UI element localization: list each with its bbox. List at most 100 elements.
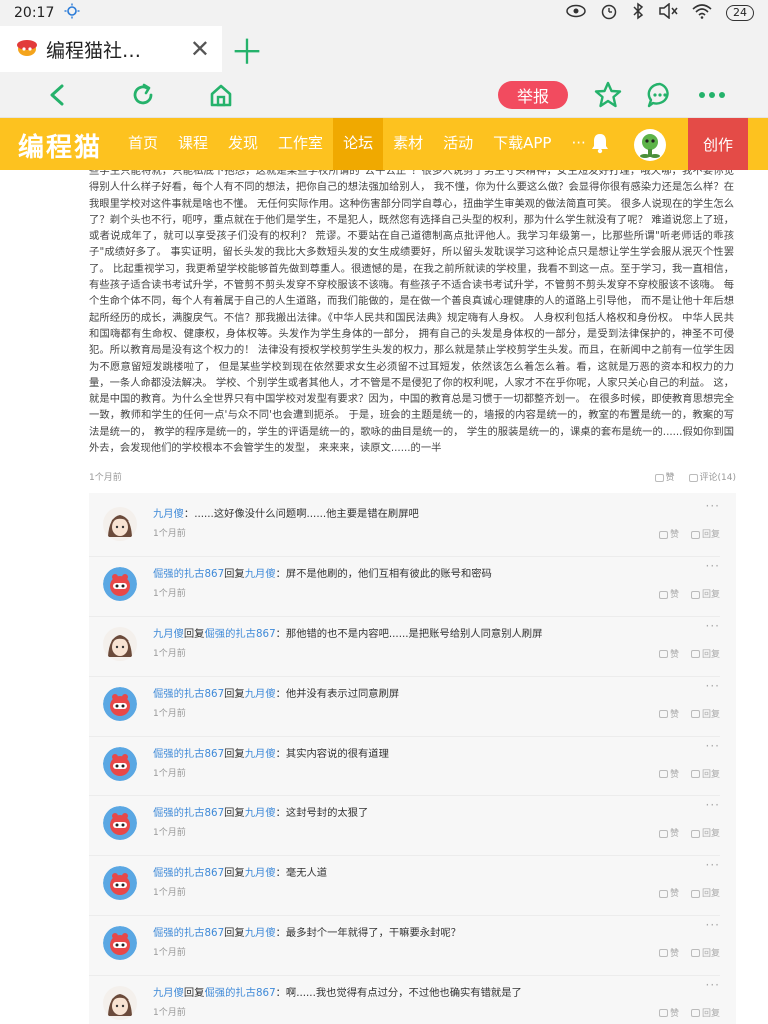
reply-reply-button[interactable]: 回复 — [690, 767, 720, 780]
reply-reply-button[interactable]: 回复 — [690, 946, 720, 959]
site-logo[interactable]: 编程猫 — [18, 127, 102, 164]
reply-like-label: 赞 — [669, 649, 679, 660]
menu-item-events[interactable]: 活动 — [433, 118, 483, 170]
reply-like-button[interactable]: 赞 — [658, 826, 679, 839]
clock: 20:17 — [14, 5, 55, 21]
reply-avatar[interactable] — [103, 866, 137, 901]
reply-like-button[interactable]: 赞 — [658, 946, 679, 959]
reply-target-link[interactable]: 九月傻 — [245, 867, 276, 879]
reply-avatar[interactable] — [103, 626, 137, 661]
reply-text: 啊......我也觉得有点过分，不过他也确实有错就是了 — [285, 986, 522, 999]
star-icon[interactable] — [593, 80, 623, 110]
reply-actions: 赞 回复 — [658, 886, 720, 900]
mute-icon — [658, 2, 678, 23]
reply-target-link[interactable]: 九月傻 — [245, 688, 276, 700]
reply-like-button[interactable]: 赞 — [658, 527, 679, 540]
reply-text: ......这好像没什么问题啊......他主要是错在刷屏吧 — [194, 508, 419, 521]
reply-like-button[interactable]: 赞 — [658, 647, 679, 660]
report-button[interactable]: 举报 — [498, 81, 568, 109]
reply-reply-button[interactable]: 回复 — [690, 826, 720, 840]
post-like-button[interactable]: 赞 — [654, 470, 675, 483]
comment-icon[interactable] — [645, 80, 675, 110]
user-avatar[interactable] — [634, 129, 666, 161]
reply-time: 1个月前 — [153, 947, 186, 958]
reply-reply-label: 回复 — [701, 889, 720, 900]
reply-more-icon[interactable]: ··· — [706, 858, 720, 872]
reply-target-link[interactable]: 倔强的扎古867 — [204, 987, 275, 999]
reply-more-icon[interactable]: ··· — [706, 798, 720, 812]
reply-target-link[interactable]: 倔强的扎古867 — [204, 628, 275, 640]
reply-more-icon[interactable]: ··· — [706, 559, 720, 573]
menu-item-courses[interactable]: 课程 — [168, 118, 218, 170]
reply-avatar[interactable] — [103, 806, 137, 841]
reply-like-button[interactable]: 赞 — [658, 1006, 679, 1019]
reply-author-link[interactable]: 倔强的扎古867 — [153, 927, 224, 939]
reply-reply-button[interactable]: 回复 — [690, 527, 720, 540]
comment-small-icon — [690, 949, 700, 958]
back-icon[interactable] — [42, 80, 72, 110]
create-button[interactable]: 创作 — [688, 118, 748, 170]
reply-avatar[interactable] — [103, 507, 137, 542]
reply-author-link[interactable]: 九月傻 — [153, 987, 184, 999]
brightness-icon — [64, 3, 80, 23]
new-tab-button[interactable]: ＋ — [222, 26, 272, 73]
reply-avatar[interactable] — [103, 925, 137, 960]
menu-item-forum[interactable]: 论坛 — [333, 118, 384, 170]
reply-author-link[interactable]: 倔强的扎古867 — [153, 807, 224, 819]
reply-like-button[interactable]: 赞 — [658, 886, 679, 899]
reply-reply-button[interactable]: 回复 — [690, 647, 720, 660]
reply-more-icon[interactable]: ··· — [706, 499, 720, 513]
reply-avatar[interactable] — [103, 985, 137, 1020]
menu-item-download-app[interactable]: 下载APP — [483, 118, 561, 170]
menu-item-studio[interactable]: 工作室 — [268, 118, 333, 170]
reply-like-button[interactable]: 赞 — [658, 707, 679, 720]
reply-like-button[interactable]: 赞 — [658, 767, 679, 780]
reply-avatar[interactable] — [103, 567, 137, 602]
reply-author-link[interactable]: 九月傻 — [153, 508, 184, 520]
reply-more-icon[interactable]: ··· — [706, 679, 720, 693]
reply-avatar[interactable] — [103, 746, 137, 781]
menu-item-home[interactable]: 首页 — [118, 118, 168, 170]
more-options-icon[interactable] — [697, 80, 727, 110]
reply-colon: ： — [275, 747, 286, 760]
close-tab-icon[interactable]: ✕ — [190, 35, 210, 63]
reply-more-icon[interactable]: ··· — [706, 619, 720, 633]
browser-tab[interactable]: 编程猫社… ✕ — [0, 26, 222, 72]
reply-like-button[interactable]: 赞 — [658, 587, 679, 600]
site-header: 编程猫 首页 课程 发现 工作室 论坛 素材 活动 下载APP ··· 创作 — [0, 118, 768, 170]
refresh-icon[interactable] — [128, 80, 158, 110]
reply-colon: ： — [275, 568, 286, 581]
reply-target-link[interactable]: 九月傻 — [245, 927, 276, 939]
reply-target-link[interactable]: 九月傻 — [245, 807, 276, 819]
reply-author-link[interactable]: 倔强的扎古867 — [153, 688, 224, 700]
reply-more-icon[interactable]: ··· — [706, 978, 720, 992]
reply-reply-button[interactable]: 回复 — [690, 886, 720, 900]
notification-bell-icon[interactable] — [590, 132, 610, 158]
reply-reply-button[interactable]: 回复 — [690, 707, 720, 720]
reply-actions: 赞 回复 — [658, 1006, 720, 1019]
reply-more-icon[interactable]: ··· — [706, 918, 720, 932]
reply-author-link[interactable]: 倔强的扎古867 — [153, 568, 224, 580]
post-body: 些学生只能将就，只能私底下抱怨，这就是某些学校所谓的"公平公正"？很多人说剪了男… — [89, 170, 734, 455]
reply-time: 1个月前 — [153, 708, 186, 719]
reply-more-icon[interactable]: ··· — [706, 739, 720, 753]
reply-word: 回复 — [224, 687, 245, 700]
eye-icon — [566, 4, 586, 22]
reply-target-link[interactable]: 九月傻 — [245, 568, 276, 580]
menu-item-discover[interactable]: 发现 — [218, 118, 268, 170]
reply-word: 回复 — [224, 867, 245, 880]
reply-author-link[interactable]: 九月傻 — [153, 628, 184, 640]
reply-author-link[interactable]: 倔强的扎古867 — [153, 748, 224, 760]
reply-time: 1个月前 — [153, 529, 186, 540]
post-comment-button[interactable]: 评论(14) — [688, 470, 736, 483]
reply-target-link[interactable]: 九月傻 — [245, 748, 276, 760]
menu-item-materials[interactable]: 素材 — [383, 118, 433, 170]
reply-avatar[interactable] — [103, 686, 137, 721]
reply-author-link[interactable]: 倔强的扎古867 — [153, 867, 224, 879]
reply-colon: ： — [275, 986, 286, 999]
reply-actions: 赞 回复 — [658, 647, 720, 660]
reply-reply-label: 回复 — [701, 829, 720, 840]
reply-reply-button[interactable]: 回复 — [690, 1006, 720, 1019]
home-icon[interactable] — [206, 80, 236, 110]
reply-reply-button[interactable]: 回复 — [690, 587, 720, 600]
